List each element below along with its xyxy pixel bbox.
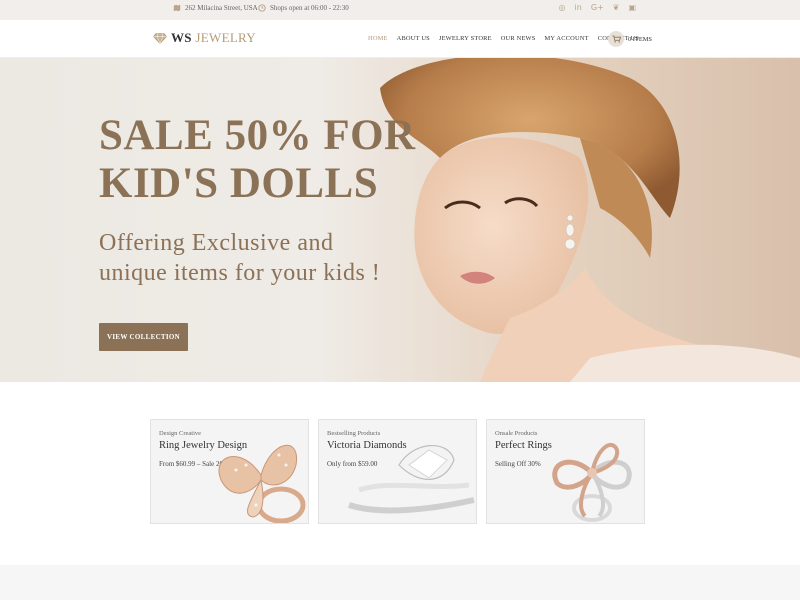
hero-subheadline: Offering Exclusive and unique items for y… [99, 228, 380, 288]
hours-info: Shops open at 06:00 - 22:30 [258, 4, 349, 12]
bow-ring-image [552, 443, 632, 522]
promo-card-ring-design[interactable]: Design Creative Ring Jewelry Design From… [150, 419, 309, 524]
card-description: Selling Off 30% [495, 460, 541, 468]
instagram-icon[interactable]: ◎ [559, 3, 566, 12]
card-subtitle: Onsale Products [495, 430, 538, 437]
hero-headline-line2: KID'S DOLLS [99, 160, 379, 207]
social-links: ◎ in G+ ❦ ▣ [559, 3, 636, 12]
logo-jewelry: JEWELRY [195, 30, 256, 45]
top-info-bar: 262 Milacina Street, USA Shops open at 0… [0, 0, 800, 20]
nav-jewelry-store[interactable]: JEWELRY STORE [439, 35, 501, 42]
cart-icon [608, 31, 624, 47]
hero-headline-line1: SALE 50% FOR [99, 112, 416, 159]
view-collection-button[interactable]: VIEW COLLECTION [99, 323, 188, 351]
hours-text: Shops open at 06:00 - 22:30 [270, 4, 349, 12]
diamond-ring-image [348, 445, 475, 514]
youtube-icon[interactable]: ▣ [628, 3, 636, 12]
promo-card-victoria-diamonds[interactable]: Bestselling Products Victoria Diamonds O… [318, 419, 477, 524]
address-info: 262 Milacina Street, USA [173, 4, 258, 12]
hero-subline-1: Offering Exclusive and [99, 230, 334, 256]
cart-button[interactable]: 0 ITEMS [608, 31, 652, 47]
hero-subline-2: unique items for your kids ! [99, 260, 381, 286]
nav-my-account[interactable]: MY ACCOUNT [545, 35, 598, 42]
promo-cards: Design Creative Ring Jewelry Design From… [150, 419, 645, 524]
hero-headline: SALE 50% FOR KID'S DOLLS [99, 112, 416, 208]
main-header: WS JEWELRY HOME ABOUT US JEWELRY STORE O… [0, 20, 800, 58]
main-nav: HOME ABOUT US JEWELRY STORE OUR NEWS MY … [368, 35, 648, 42]
butterfly-ring-image [218, 444, 306, 523]
nav-our-news[interactable]: OUR NEWS [501, 35, 545, 42]
address-text: 262 Milacina Street, USA [185, 4, 258, 12]
clock-icon [258, 4, 266, 12]
linkedin-icon[interactable]: in [575, 3, 582, 12]
diamond-icon [153, 32, 167, 44]
twitter-icon[interactable]: ❦ [613, 3, 620, 12]
promo-card-perfect-rings[interactable]: Onsale Products Perfect Rings Selling Of… [486, 419, 645, 524]
site-logo[interactable]: WS JEWELRY [153, 30, 256, 46]
logo-ws: WS [171, 30, 192, 45]
nav-home[interactable]: HOME [368, 35, 397, 42]
google-plus-icon[interactable]: G+ [591, 3, 604, 12]
footer-band [0, 565, 800, 600]
map-icon [173, 4, 181, 12]
cart-count: 0 ITEMS [628, 35, 652, 43]
nav-about-us[interactable]: ABOUT US [397, 35, 439, 42]
model-portrait-image [380, 58, 800, 382]
hero-banner: SALE 50% FOR KID'S DOLLS Offering Exclusi… [0, 58, 800, 382]
